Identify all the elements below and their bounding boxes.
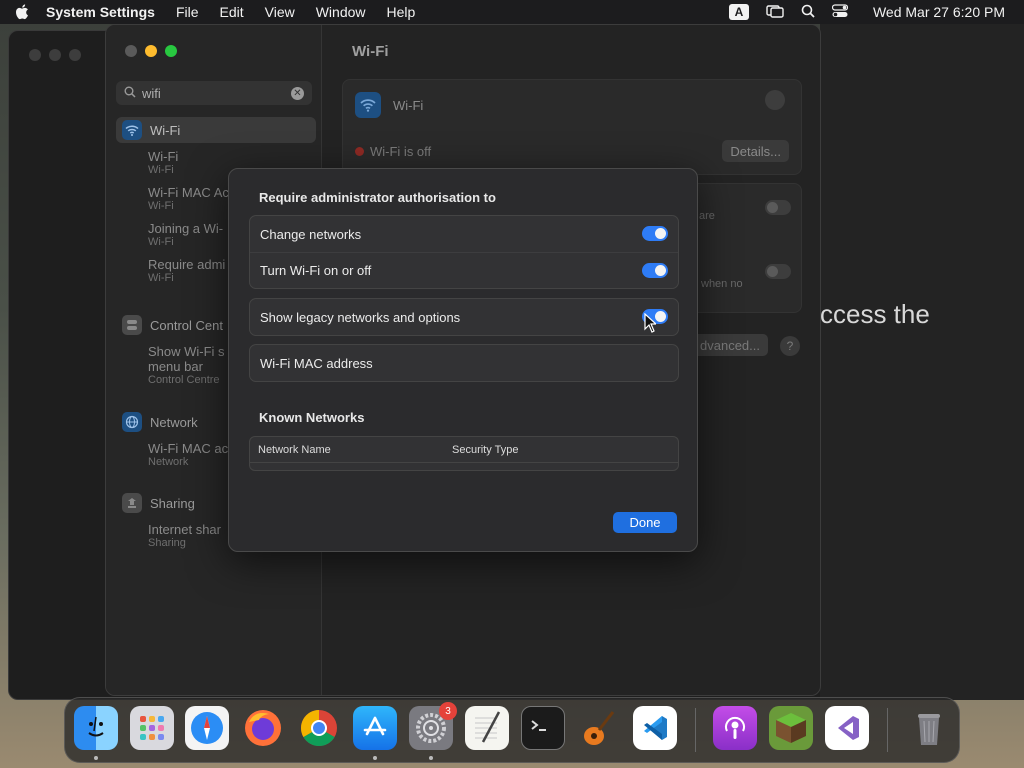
wifi-icon xyxy=(122,120,142,140)
safari-icon[interactable] xyxy=(185,706,229,750)
dock-separator xyxy=(887,708,888,752)
turn-wifi-label: Turn Wi-Fi on or off xyxy=(260,263,372,278)
garageband-icon[interactable] xyxy=(577,706,621,750)
textedit-icon[interactable] xyxy=(465,706,509,750)
sidebar-item-wifi[interactable]: Wi-Fi xyxy=(116,117,316,143)
table-header: Network Name Security Type xyxy=(250,437,678,463)
firefox-icon[interactable] xyxy=(241,706,285,750)
wifi-power-toggle[interactable] xyxy=(765,90,785,110)
option-toggle-2[interactable] xyxy=(765,264,791,279)
background-window-traffic-lights xyxy=(29,49,81,61)
admin-authorisation-sheet: Require administrator authorisation to C… xyxy=(228,168,698,552)
sidebar-item-label: Control Cent xyxy=(150,317,223,333)
menu-bar: System Settings File Edit View Window He… xyxy=(0,0,1024,24)
terminal-icon[interactable] xyxy=(521,706,565,750)
vscode-icon[interactable] xyxy=(633,706,677,750)
sidebar-item-label: Sharing xyxy=(150,495,195,511)
app-store-icon[interactable] xyxy=(353,706,397,750)
sidebar-item-label: Network xyxy=(150,414,198,430)
wifi-panel: Wi-Fi Wi-Fi is off Details... xyxy=(342,79,802,175)
wifi-icon xyxy=(355,92,381,118)
wifi-status: Wi-Fi is off xyxy=(355,144,431,159)
wifi-mac-address-row[interactable]: Wi-Fi MAC address xyxy=(250,345,678,381)
menu-clock[interactable]: Wed Mar 27 6:20 PM xyxy=(873,4,1005,20)
done-button[interactable]: Done xyxy=(613,512,677,533)
result-title: Wi-Fi xyxy=(148,149,179,164)
advanced-button[interactable]: dvanced... xyxy=(692,334,768,356)
clear-search-icon[interactable]: ✕ xyxy=(291,86,304,100)
dock: 3 xyxy=(64,697,960,763)
input-source-badge[interactable]: A xyxy=(728,4,749,20)
menu-edit[interactable]: Edit xyxy=(220,4,244,20)
network-globe-icon xyxy=(122,412,142,432)
wifi-label: Wi-Fi xyxy=(393,97,424,113)
dock-separator xyxy=(695,708,696,752)
search-input[interactable]: wifi xyxy=(142,86,291,101)
spotlight-search-icon[interactable] xyxy=(801,4,815,21)
podcasts-icon[interactable] xyxy=(713,706,757,750)
visual-studio-icon[interactable] xyxy=(825,706,869,750)
change-networks-label: Change networks xyxy=(260,226,362,242)
column-network-name[interactable]: Network Name xyxy=(258,444,331,456)
notification-badge: 3 xyxy=(439,702,457,720)
minimize-window-button[interactable] xyxy=(145,45,157,57)
window-controls xyxy=(125,45,177,57)
turn-wifi-row: Turn Wi-Fi on or off xyxy=(250,252,678,288)
wifi-status-text: Wi-Fi is off xyxy=(370,144,432,159)
system-settings-icon[interactable]: 3 xyxy=(409,702,457,750)
background-partial-text: ccess the xyxy=(820,299,930,329)
background-window-right: ccess the xyxy=(820,24,1024,700)
known-networks-heading: Known Networks xyxy=(259,410,365,425)
change-networks-toggle[interactable] xyxy=(642,226,668,241)
chrome-icon[interactable] xyxy=(297,706,341,750)
sharing-icon xyxy=(122,493,142,513)
page-title: Wi-Fi xyxy=(352,43,389,60)
search-icon xyxy=(124,86,136,101)
option-text-fragment: are xyxy=(699,210,715,222)
app-store-running-indicator xyxy=(373,756,377,760)
menu-view[interactable]: View xyxy=(265,4,295,20)
wifi-mac-address-label: Wi-Fi MAC address xyxy=(260,355,373,371)
zoom-window-button[interactable] xyxy=(165,45,177,57)
legacy-networks-group: Show legacy networks and options xyxy=(249,298,679,336)
minecraft-icon[interactable] xyxy=(769,706,813,750)
help-button[interactable]: ? xyxy=(780,336,800,356)
sheet-heading: Require administrator authorisation to xyxy=(259,190,496,205)
authorisation-options-group: Change networks Turn Wi-Fi on or off xyxy=(249,215,679,289)
trash-icon[interactable] xyxy=(907,706,951,750)
known-networks-table: Network Name Security Type xyxy=(249,436,679,471)
system-settings-running-indicator xyxy=(429,756,433,760)
menu-help[interactable]: Help xyxy=(387,4,416,20)
mouse-pointer-icon xyxy=(644,312,658,338)
column-security-type[interactable]: Security Type xyxy=(452,444,518,456)
change-networks-row: Change networks xyxy=(250,216,678,252)
legacy-networks-row: Show legacy networks and options xyxy=(250,299,678,335)
wifi-mac-address-group: Wi-Fi MAC address xyxy=(249,344,679,382)
menu-window[interactable]: Window xyxy=(316,4,366,20)
option-toggle-1[interactable] xyxy=(765,200,791,215)
apple-menu-icon[interactable] xyxy=(14,4,30,20)
details-button[interactable]: Details... xyxy=(722,140,789,162)
launchpad-icon[interactable] xyxy=(130,706,174,750)
legacy-networks-label: Show legacy networks and options xyxy=(260,309,461,325)
finder-running-indicator xyxy=(94,756,98,760)
control-centre-icon[interactable] xyxy=(831,3,849,21)
sidebar-item-label: Wi-Fi xyxy=(150,122,181,138)
menu-file[interactable]: File xyxy=(176,4,199,20)
screen-mirroring-icon[interactable] xyxy=(766,4,784,21)
turn-wifi-toggle[interactable] xyxy=(642,263,668,278)
close-window-button[interactable] xyxy=(125,45,137,57)
status-dot-icon xyxy=(355,147,364,156)
finder-icon[interactable] xyxy=(74,706,118,750)
menu-app-name[interactable]: System Settings xyxy=(46,4,155,20)
control-centre-icon xyxy=(122,315,142,335)
sidebar-search-field[interactable]: wifi ✕ xyxy=(116,81,312,105)
option-text-fragment: when no xyxy=(701,278,743,290)
